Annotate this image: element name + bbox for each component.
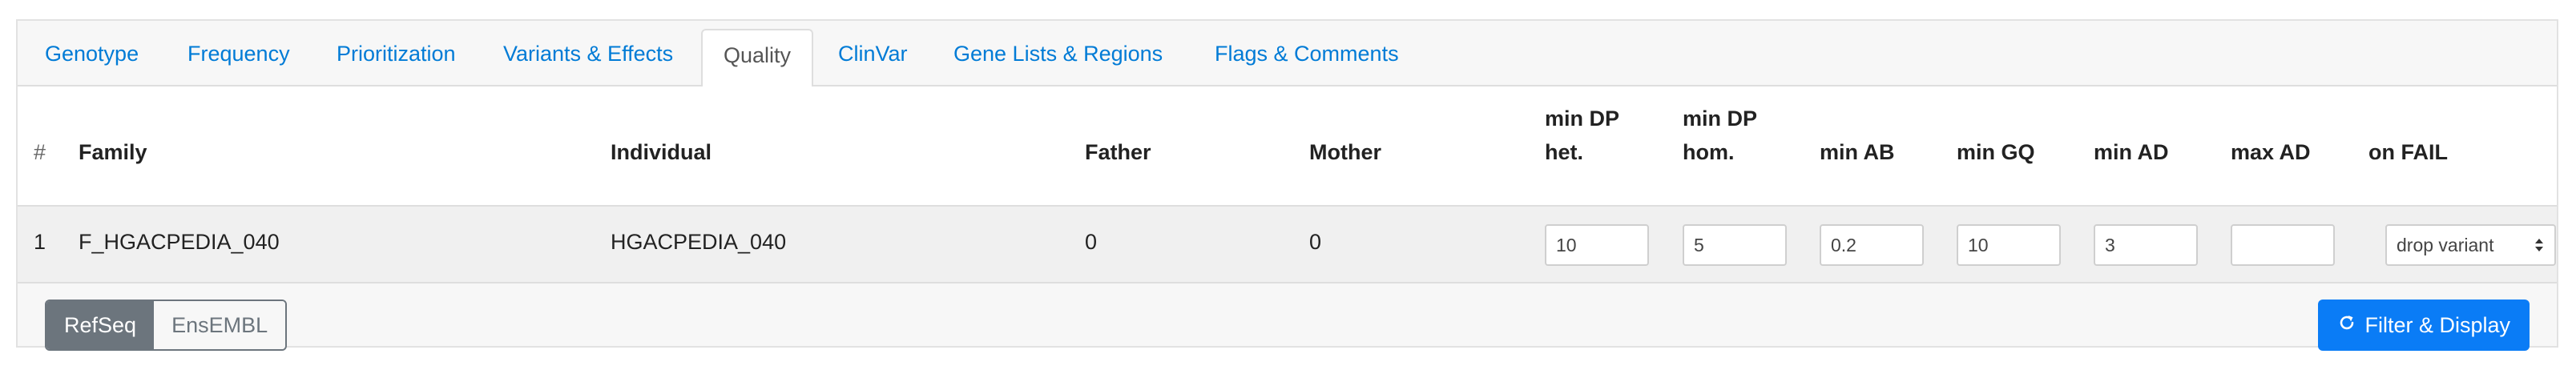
column-header-on-fail: on FAIL <box>2368 140 2448 164</box>
column-header-min-ad: min AD <box>2094 140 2169 164</box>
refseq-button[interactable]: RefSeq <box>46 301 155 349</box>
tab-quality[interactable]: Quality <box>701 29 813 88</box>
on-fail-select-value: drop variant <box>2397 235 2494 255</box>
mother-cell: 0 <box>1309 230 1322 254</box>
filter-display-label: Filter & Display <box>2364 313 2510 337</box>
tab-frequency[interactable]: Frequency <box>187 29 290 86</box>
min-ab-input[interactable] <box>1820 224 1924 266</box>
column-header-min-dp-het-line2: het. <box>1545 140 1584 164</box>
column-header-father: Father <box>1085 140 1151 164</box>
tab-variants-effects[interactable]: Variants & Effects <box>503 29 673 86</box>
column-header-min-dp-hom-line2: hom. <box>1683 140 1735 164</box>
max-ad-input[interactable] <box>2231 224 2335 266</box>
column-header-individual: Individual <box>611 140 712 164</box>
ensembl-button[interactable]: EnsEMBL <box>154 301 286 349</box>
tab-clinvar[interactable]: ClinVar <box>838 29 908 86</box>
tab-flags-comments[interactable]: Flags & Comments <box>1215 29 1399 86</box>
filter-display-button[interactable]: Filter & Display <box>2318 300 2530 351</box>
transcript-db-toggle: RefSeq EnsEMBL <box>45 300 288 351</box>
individual-cell: HGACPEDIA_040 <box>611 230 787 254</box>
min-dp-hom-input[interactable] <box>1683 224 1787 266</box>
row-index: 1 <box>34 230 46 254</box>
column-header-mother: Mother <box>1309 140 1381 164</box>
min-ad-input[interactable] <box>2094 224 2198 266</box>
table-header: # Family Individual Father Mother min DP… <box>18 86 2557 205</box>
father-cell: 0 <box>1085 230 1098 254</box>
quality-filter-panel: Genotype Frequency Prioritization Varian… <box>16 19 2558 351</box>
tab-prioritization[interactable]: Prioritization <box>337 29 456 86</box>
sort-arrows-icon <box>2534 226 2545 264</box>
tab-genotype[interactable]: Genotype <box>45 29 139 86</box>
column-header-min-dp-het-line1: min DP <box>1545 107 1620 131</box>
table-row: 1 F_HGACPEDIA_040 HGACPEDIA_040 0 0 drop… <box>18 205 2557 283</box>
column-header-index: # <box>34 140 46 164</box>
filter-tabs: Genotype Frequency Prioritization Varian… <box>18 21 2557 88</box>
refresh-icon <box>2337 300 2356 351</box>
column-header-min-ab: min AB <box>1820 140 1895 164</box>
on-fail-select[interactable]: drop variant <box>2385 224 2556 266</box>
tab-gene-lists-regions[interactable]: Gene Lists & Regions <box>953 29 1163 86</box>
column-header-family: Family <box>79 140 147 164</box>
column-header-max-ad: max AD <box>2231 140 2311 164</box>
min-gq-input[interactable] <box>1957 224 2061 266</box>
column-header-min-dp-hom-line1: min DP <box>1683 107 1758 131</box>
min-dp-het-input[interactable] <box>1545 224 1649 266</box>
panel-footer: RefSeq EnsEMBL Filter & Display <box>18 283 2557 351</box>
column-header-min-gq: min GQ <box>1957 140 2035 164</box>
family-cell: F_HGACPEDIA_040 <box>79 230 280 254</box>
